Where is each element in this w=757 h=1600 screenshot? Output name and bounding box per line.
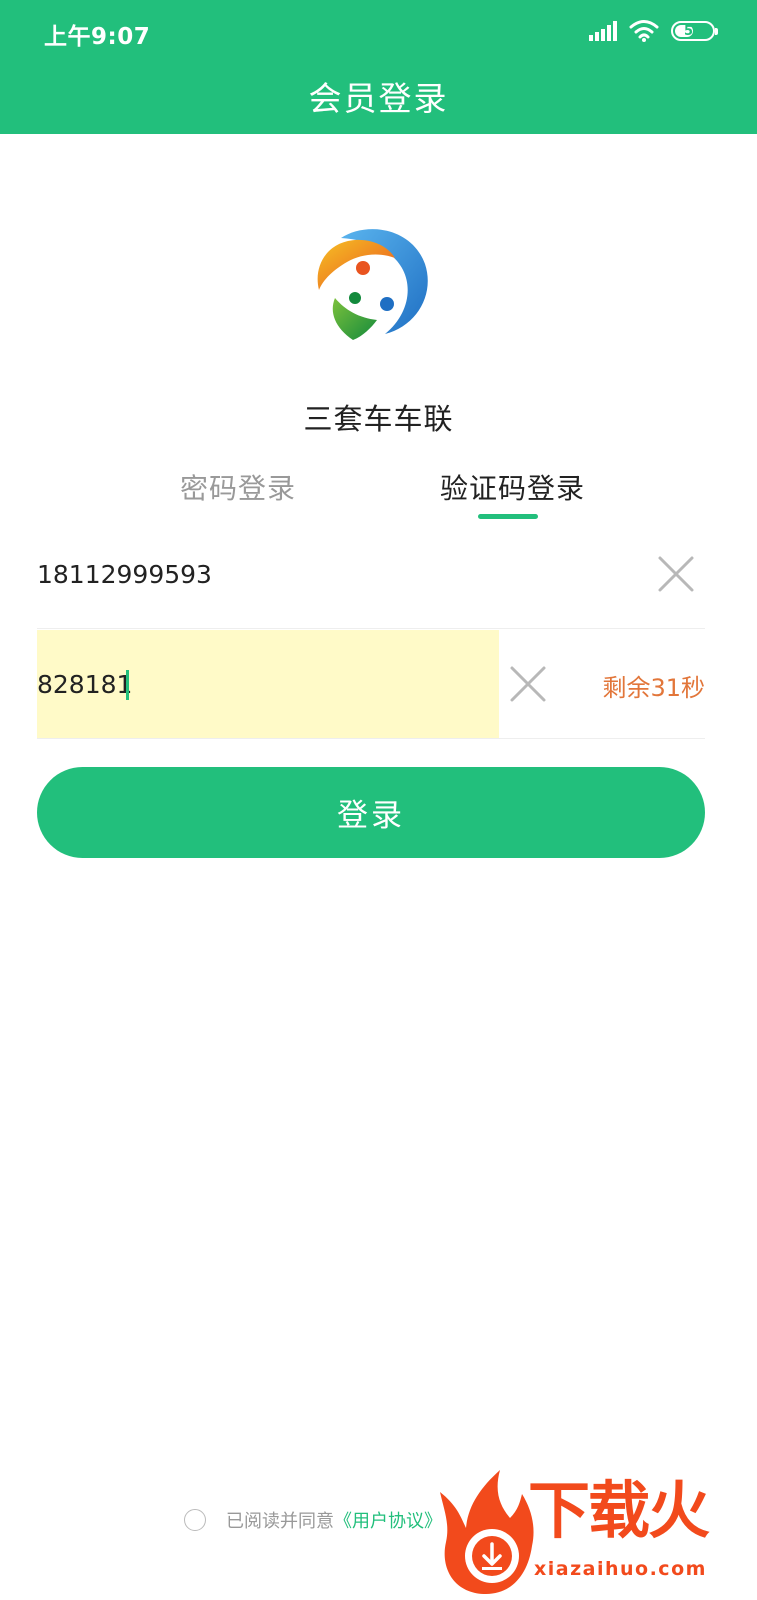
watermark-logo-icon bbox=[440, 1470, 534, 1594]
app-header: 上午9:07 50 会员登录 bbox=[0, 0, 757, 134]
agreement-row: 已阅读并同意 《用户协议》 bbox=[184, 1506, 442, 1534]
code-input[interactable] bbox=[37, 630, 499, 738]
status-time: 上午9:07 bbox=[44, 24, 151, 50]
user-agreement-link[interactable]: 《用户协议》 bbox=[334, 1507, 442, 1533]
circle-checkbox-icon[interactable] bbox=[184, 1509, 206, 1531]
tab-code-login[interactable]: 验证码登录 bbox=[440, 467, 585, 507]
app-name: 三套车车联 bbox=[303, 402, 454, 436]
agreement-text: 已阅读并同意 bbox=[226, 1511, 334, 1532]
code-row: 剩余31秒 bbox=[37, 630, 705, 739]
battery-level: 50 bbox=[683, 23, 703, 39]
watermark: 下载火 xiazaihuo.com bbox=[440, 1470, 742, 1598]
app-logo-icon bbox=[317, 229, 428, 340]
battery-icon: 50 bbox=[671, 21, 718, 41]
clear-icon[interactable] bbox=[508, 664, 548, 704]
clear-icon[interactable] bbox=[656, 554, 696, 594]
tab-password-login[interactable]: 密码登录 bbox=[180, 467, 296, 507]
page-title: 会员登录 bbox=[308, 79, 449, 118]
countdown-timer[interactable]: 剩余31秒 bbox=[602, 668, 705, 703]
watermark-name: 下载火 bbox=[528, 1474, 710, 1547]
active-tab-indicator bbox=[478, 514, 538, 519]
text-caret bbox=[126, 670, 129, 700]
phone-input[interactable] bbox=[37, 520, 637, 628]
login-button[interactable]: 登录 bbox=[37, 767, 705, 858]
status-icons: 50 bbox=[589, 18, 718, 44]
phone-row bbox=[37, 520, 705, 629]
signal-icon bbox=[589, 21, 617, 41]
wifi-icon bbox=[629, 20, 659, 42]
watermark-url: xiazaihuo.com bbox=[534, 1558, 707, 1580]
code-field bbox=[37, 630, 499, 738]
